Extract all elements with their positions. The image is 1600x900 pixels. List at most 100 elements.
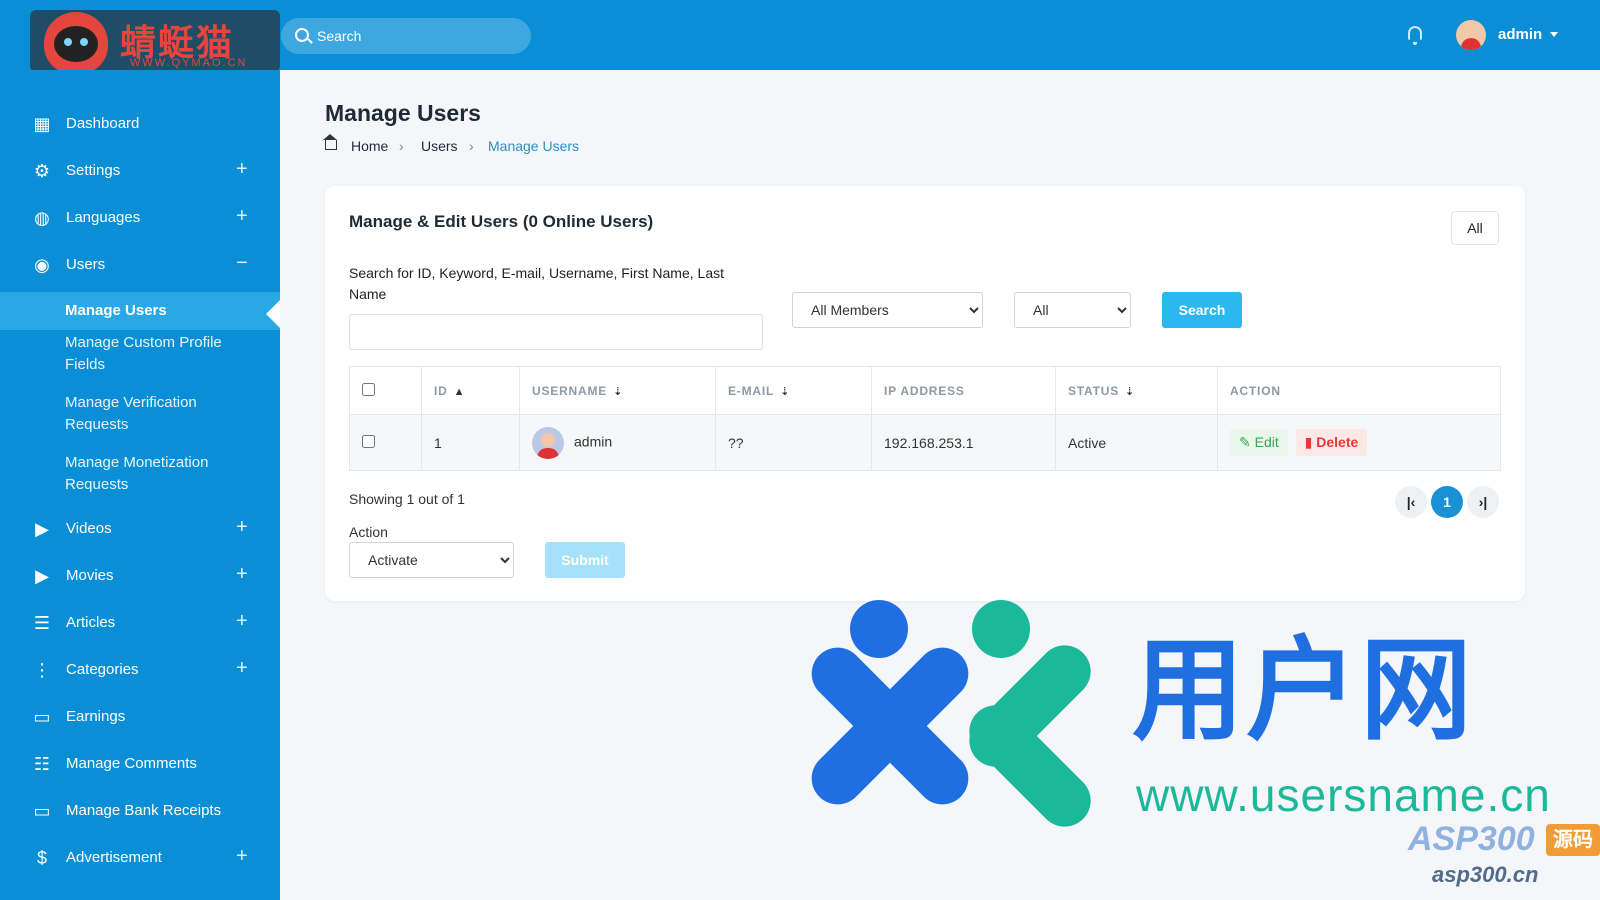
- last-page-button[interactable]: ›|: [1467, 486, 1499, 518]
- expand-icon[interactable]: +: [236, 516, 248, 539]
- expand-icon[interactable]: +: [236, 563, 248, 586]
- search-button[interactable]: Search: [1162, 292, 1242, 328]
- global-search-input[interactable]: [317, 18, 517, 54]
- breadcrumb-users[interactable]: Users: [421, 138, 458, 154]
- table-header-row: ID ▲ USERNAME ⇣ E-MAIL ⇣ IP ADDRESS STATUS ⇣…: [349, 366, 1501, 415]
- gear-icon: ⚙: [33, 161, 51, 181]
- page-button-current[interactable]: 1: [1431, 486, 1463, 518]
- video-icon: ▶: [35, 519, 49, 539]
- sidebar-subitem-label: Manage Users: [65, 302, 167, 319]
- row-username-cell: admin: [519, 414, 716, 471]
- sidebar-item-articles[interactable]: ☰ Articles +: [0, 601, 280, 645]
- edit-label: Edit: [1254, 434, 1279, 450]
- breadcrumb-home[interactable]: Home: [351, 138, 388, 154]
- column-username[interactable]: USERNAME ⇣: [519, 366, 716, 415]
- bulk-action-select[interactable]: Activate: [349, 542, 514, 578]
- users-table: ID ▲ USERNAME ⇣ E-MAIL ⇣ IP ADDRESS STATUS ⇣…: [349, 366, 1501, 471]
- page-title: Manage Users: [325, 100, 481, 126]
- sidebar-item-movies[interactable]: ▶ Movies +: [0, 554, 280, 598]
- sidebar-item-videos[interactable]: ▶ Videos +: [0, 507, 280, 551]
- row-username[interactable]: admin: [574, 433, 612, 449]
- top-bar: 蜻蜓猫 WWW.QYMAO.CN admin: [0, 0, 1600, 72]
- avatar[interactable]: [532, 426, 564, 459]
- bell-icon[interactable]: [1408, 26, 1422, 45]
- select-all-checkbox[interactable]: [362, 382, 375, 396]
- watermark-logo-dot: [972, 600, 1030, 658]
- first-page-button[interactable]: |‹: [1395, 486, 1427, 518]
- row-select-cell: [349, 414, 422, 471]
- sidebar-item-label: Articles: [66, 614, 116, 631]
- pencil-icon: ✎: [1239, 434, 1251, 450]
- delete-label: Delete: [1316, 434, 1359, 450]
- sidebar-subitem-label: Manage Verification Requests: [65, 394, 197, 433]
- row-checkbox[interactable]: [362, 434, 375, 448]
- sidebar-item-label: Movies: [66, 567, 114, 584]
- sidebar-subitem-custom-profile-fields[interactable]: Manage Custom Profile Fields: [0, 332, 280, 378]
- sort-icon[interactable]: ⇣: [613, 385, 623, 398]
- sidebar-subitem-monetization-requests[interactable]: Manage Monetization Requests: [0, 452, 280, 498]
- column-action: ACTION: [1217, 366, 1501, 415]
- sidebar-item-categories[interactable]: ⋮ Categories +: [0, 648, 280, 692]
- sidebar-item-label: Languages: [66, 209, 141, 226]
- delete-button[interactable]: ▮ Delete: [1295, 429, 1368, 456]
- sidebar-item-label: Manage Comments: [66, 755, 197, 772]
- credit-card-icon: ▭: [33, 707, 51, 727]
- column-email-label: E-MAIL: [728, 383, 775, 398]
- pagination-summary: Showing 1 out of 1: [349, 491, 465, 507]
- sidebar-item-bank-receipts[interactable]: ▭ Manage Bank Receipts: [0, 789, 280, 833]
- column-email[interactable]: E-MAIL ⇣: [715, 366, 872, 415]
- panel-title: Manage & Edit Users (0 Online Users): [349, 212, 654, 231]
- collapse-icon[interactable]: −: [236, 252, 248, 275]
- column-action-label: ACTION: [1230, 383, 1281, 398]
- sort-icon[interactable]: ⇣: [780, 385, 790, 398]
- watermark-brand-text: 用户网: [1132, 626, 1474, 756]
- global-search[interactable]: [281, 18, 531, 54]
- submit-button[interactable]: Submit: [545, 542, 625, 578]
- sidebar-item-languages[interactable]: ◍ Languages +: [0, 196, 280, 240]
- members-filter-select[interactable]: All Members: [792, 292, 983, 328]
- expand-icon[interactable]: +: [236, 610, 248, 633]
- row-status: Active: [1055, 414, 1218, 471]
- bank-card-icon: ▭: [33, 801, 51, 821]
- expand-icon[interactable]: +: [236, 657, 248, 680]
- sidebar-item-dashboard[interactable]: ▦ Dashboard: [0, 102, 280, 146]
- user-name[interactable]: admin: [1498, 26, 1542, 43]
- cat-logo-icon: [44, 12, 108, 72]
- status-filter-select[interactable]: All: [1014, 292, 1131, 328]
- search-icon: [295, 28, 309, 42]
- watermark-asp-text: ASP300: [1408, 820, 1535, 858]
- edit-button[interactable]: ✎ Edit: [1230, 429, 1288, 456]
- sidebar-item-manage-comments[interactable]: ☷ Manage Comments: [0, 742, 280, 786]
- sidebar-item-label: Earnings: [66, 708, 126, 725]
- sidebar-item-label: Advertisement: [66, 849, 162, 866]
- watermark-asp-url: asp300.cn: [1432, 862, 1539, 887]
- sort-icon[interactable]: ⇣: [1125, 385, 1135, 398]
- user-avatar[interactable]: [1456, 20, 1486, 50]
- sort-asc-icon[interactable]: ▲: [454, 386, 466, 398]
- watermark-url: www.usersname.cn: [1136, 769, 1551, 821]
- caret-down-icon[interactable]: [1550, 32, 1558, 37]
- sidebar-item-label: Dashboard: [66, 115, 140, 132]
- expand-icon[interactable]: +: [236, 845, 248, 868]
- row-ip: 192.168.253.1: [871, 414, 1056, 471]
- chevron-right-icon: ›: [469, 138, 474, 154]
- sidebar-item-users[interactable]: ◉ Users −: [0, 243, 280, 287]
- sidebar-subitem-manage-users[interactable]: Manage Users: [0, 292, 280, 330]
- sidebar-item-label: Users: [66, 256, 106, 273]
- sidebar-subitem-verification-requests[interactable]: Manage Verification Requests: [0, 392, 280, 438]
- sidebar-item-settings[interactable]: ⚙ Settings +: [0, 149, 280, 193]
- column-id[interactable]: ID ▲: [421, 366, 520, 415]
- sidebar-item-earnings[interactable]: ▭ Earnings: [0, 695, 280, 739]
- movie-icon: ▶: [35, 566, 49, 586]
- all-filter-button[interactable]: All: [1451, 211, 1499, 245]
- column-ip-address: IP ADDRESS: [871, 366, 1056, 415]
- expand-icon[interactable]: +: [236, 158, 248, 181]
- home-icon[interactable]: [323, 134, 337, 150]
- site-logo[interactable]: 蜻蜓猫 WWW.QYMAO.CN: [30, 10, 280, 72]
- sidebar-item-advertisement[interactable]: $ Advertisement +: [0, 836, 280, 880]
- column-status[interactable]: STATUS ⇣: [1055, 366, 1218, 415]
- dollar-icon: $: [36, 848, 47, 868]
- expand-icon[interactable]: +: [236, 205, 248, 228]
- keyword-search-input[interactable]: [349, 314, 763, 350]
- table-row: 1 admin ?? 192.168.253.1 Active ✎ Edit ▮…: [349, 414, 1501, 471]
